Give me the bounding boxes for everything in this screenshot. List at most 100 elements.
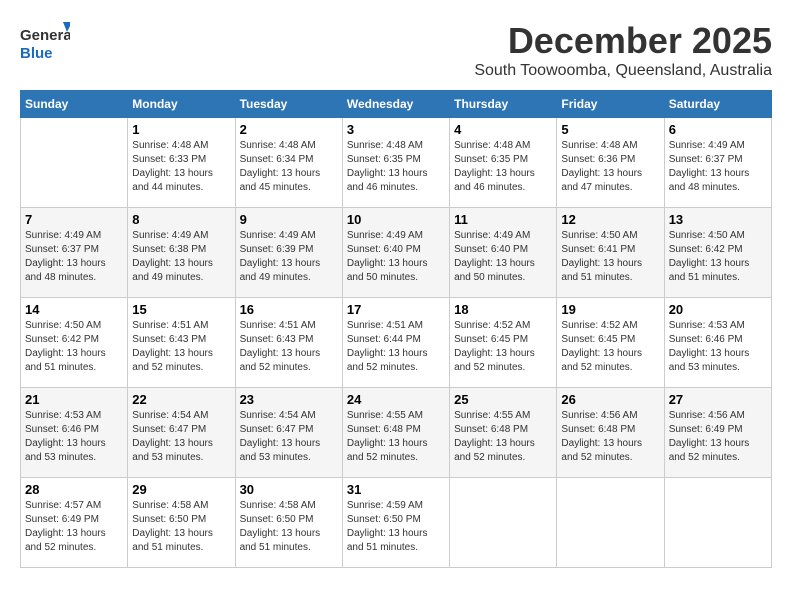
- logo-svg: General Blue: [20, 20, 70, 65]
- day-info: Sunrise: 4:50 AMSunset: 6:42 PMDaylight:…: [669, 229, 767, 285]
- calendar-week-5: 28 Sunrise: 4:57 AMSunset: 6:49 PMDayligh…: [21, 478, 772, 568]
- calendar-header-row: SundayMondayTuesdayWednesdayThursdayFrid…: [21, 91, 772, 118]
- day-info: Sunrise: 4:56 AMSunset: 6:49 PMDaylight:…: [669, 409, 767, 465]
- day-info: Sunrise: 4:53 AMSunset: 6:46 PMDaylight:…: [669, 319, 767, 375]
- day-info: Sunrise: 4:55 AMSunset: 6:48 PMDaylight:…: [347, 409, 445, 465]
- day-number: 24: [347, 392, 445, 407]
- day-info: Sunrise: 4:57 AMSunset: 6:49 PMDaylight:…: [25, 499, 123, 555]
- day-number: 6: [669, 122, 767, 137]
- day-info: Sunrise: 4:48 AMSunset: 6:34 PMDaylight:…: [240, 139, 338, 195]
- day-info: Sunrise: 4:55 AMSunset: 6:48 PMDaylight:…: [454, 409, 552, 465]
- day-info: Sunrise: 4:49 AMSunset: 6:37 PMDaylight:…: [25, 229, 123, 285]
- day-number: 27: [669, 392, 767, 407]
- calendar: SundayMondayTuesdayWednesdayThursdayFrid…: [20, 90, 772, 568]
- header: General Blue December 2025 South Toowoom…: [20, 20, 772, 80]
- day-number: 8: [132, 212, 230, 227]
- calendar-header-wednesday: Wednesday: [342, 91, 449, 118]
- svg-text:General: General: [20, 27, 70, 44]
- day-number: 12: [561, 212, 659, 227]
- day-number: 5: [561, 122, 659, 137]
- calendar-header-thursday: Thursday: [450, 91, 557, 118]
- calendar-cell: 6Sunrise: 4:49 AMSunset: 6:37 PMDaylight…: [664, 118, 771, 208]
- calendar-cell: 2 Sunrise: 4:48 AMSunset: 6:34 PMDaylight…: [235, 118, 342, 208]
- day-number: 18: [454, 302, 552, 317]
- calendar-cell: 8 Sunrise: 4:49 AMSunset: 6:38 PMDaylight…: [128, 208, 235, 298]
- day-number: 25: [454, 392, 552, 407]
- calendar-cell: 19Sunrise: 4:52 AMSunset: 6:45 PMDayligh…: [557, 298, 664, 388]
- calendar-cell: [557, 478, 664, 568]
- month-title: December 2025: [474, 20, 772, 62]
- calendar-cell: [21, 118, 128, 208]
- calendar-cell: 21 Sunrise: 4:53 AMSunset: 6:46 PMDayligh…: [21, 388, 128, 478]
- day-info: Sunrise: 4:48 AMSunset: 6:35 PMDaylight:…: [347, 139, 445, 195]
- day-number: 15: [132, 302, 230, 317]
- calendar-week-4: 21 Sunrise: 4:53 AMSunset: 6:46 PMDayligh…: [21, 388, 772, 478]
- calendar-cell: 15 Sunrise: 4:51 AMSunset: 6:43 PMDayligh…: [128, 298, 235, 388]
- calendar-cell: [664, 478, 771, 568]
- day-info: Sunrise: 4:51 AMSunset: 6:43 PMDaylight:…: [132, 319, 230, 375]
- day-info: Sunrise: 4:54 AMSunset: 6:47 PMDaylight:…: [240, 409, 338, 465]
- day-info: Sunrise: 4:48 AMSunset: 6:36 PMDaylight:…: [561, 139, 659, 195]
- day-info: Sunrise: 4:58 AMSunset: 6:50 PMDaylight:…: [240, 499, 338, 555]
- calendar-cell: 4Sunrise: 4:48 AMSunset: 6:35 PMDaylight…: [450, 118, 557, 208]
- calendar-header-saturday: Saturday: [664, 91, 771, 118]
- day-number: 16: [240, 302, 338, 317]
- calendar-cell: 20 Sunrise: 4:53 AMSunset: 6:46 PMDayligh…: [664, 298, 771, 388]
- calendar-week-1: 1Sunrise: 4:48 AMSunset: 6:33 PMDaylight…: [21, 118, 772, 208]
- day-info: Sunrise: 4:59 AMSunset: 6:50 PMDaylight:…: [347, 499, 445, 555]
- calendar-cell: 3Sunrise: 4:48 AMSunset: 6:35 PMDaylight…: [342, 118, 449, 208]
- calendar-cell: 9Sunrise: 4:49 AMSunset: 6:39 PMDaylight…: [235, 208, 342, 298]
- day-number: 14: [25, 302, 123, 317]
- day-info: Sunrise: 4:52 AMSunset: 6:45 PMDaylight:…: [454, 319, 552, 375]
- calendar-header-tuesday: Tuesday: [235, 91, 342, 118]
- day-number: 29: [132, 482, 230, 497]
- day-number: 17: [347, 302, 445, 317]
- day-number: 26: [561, 392, 659, 407]
- day-info: Sunrise: 4:50 AMSunset: 6:41 PMDaylight:…: [561, 229, 659, 285]
- day-info: Sunrise: 4:58 AMSunset: 6:50 PMDaylight:…: [132, 499, 230, 555]
- calendar-week-2: 7 Sunrise: 4:49 AMSunset: 6:37 PMDaylight…: [21, 208, 772, 298]
- calendar-cell: 23 Sunrise: 4:54 AMSunset: 6:47 PMDayligh…: [235, 388, 342, 478]
- day-number: 19: [561, 302, 659, 317]
- calendar-header-friday: Friday: [557, 91, 664, 118]
- calendar-cell: 5 Sunrise: 4:48 AMSunset: 6:36 PMDaylight…: [557, 118, 664, 208]
- calendar-cell: 22Sunrise: 4:54 AMSunset: 6:47 PMDayligh…: [128, 388, 235, 478]
- day-number: 31: [347, 482, 445, 497]
- day-info: Sunrise: 4:49 AMSunset: 6:38 PMDaylight:…: [132, 229, 230, 285]
- day-number: 13: [669, 212, 767, 227]
- day-info: Sunrise: 4:56 AMSunset: 6:48 PMDaylight:…: [561, 409, 659, 465]
- title-area: December 2025 South Toowoomba, Queenslan…: [474, 20, 772, 80]
- day-info: Sunrise: 4:51 AMSunset: 6:44 PMDaylight:…: [347, 319, 445, 375]
- day-number: 30: [240, 482, 338, 497]
- calendar-cell: 17 Sunrise: 4:51 AMSunset: 6:44 PMDayligh…: [342, 298, 449, 388]
- calendar-cell: 31 Sunrise: 4:59 AMSunset: 6:50 PMDayligh…: [342, 478, 449, 568]
- day-number: 7: [25, 212, 123, 227]
- calendar-cell: 11Sunrise: 4:49 AMSunset: 6:40 PMDayligh…: [450, 208, 557, 298]
- calendar-cell: 7 Sunrise: 4:49 AMSunset: 6:37 PMDaylight…: [21, 208, 128, 298]
- day-number: 9: [240, 212, 338, 227]
- day-info: Sunrise: 4:49 AMSunset: 6:40 PMDaylight:…: [454, 229, 552, 285]
- calendar-cell: 16Sunrise: 4:51 AMSunset: 6:43 PMDayligh…: [235, 298, 342, 388]
- day-info: Sunrise: 4:49 AMSunset: 6:40 PMDaylight:…: [347, 229, 445, 285]
- location-title: South Toowoomba, Queensland, Australia: [474, 62, 772, 80]
- day-number: 21: [25, 392, 123, 407]
- svg-text:Blue: Blue: [20, 45, 53, 62]
- calendar-cell: 30 Sunrise: 4:58 AMSunset: 6:50 PMDayligh…: [235, 478, 342, 568]
- calendar-cell: 24 Sunrise: 4:55 AMSunset: 6:48 PMDayligh…: [342, 388, 449, 478]
- day-info: Sunrise: 4:48 AMSunset: 6:33 PMDaylight:…: [132, 139, 230, 195]
- calendar-cell: 27 Sunrise: 4:56 AMSunset: 6:49 PMDayligh…: [664, 388, 771, 478]
- day-number: 23: [240, 392, 338, 407]
- calendar-cell: 18 Sunrise: 4:52 AMSunset: 6:45 PMDayligh…: [450, 298, 557, 388]
- calendar-cell: 28 Sunrise: 4:57 AMSunset: 6:49 PMDayligh…: [21, 478, 128, 568]
- day-number: 2: [240, 122, 338, 137]
- calendar-header-monday: Monday: [128, 91, 235, 118]
- day-number: 28: [25, 482, 123, 497]
- calendar-cell: 12 Sunrise: 4:50 AMSunset: 6:41 PMDayligh…: [557, 208, 664, 298]
- day-number: 4: [454, 122, 552, 137]
- logo: General Blue: [20, 20, 70, 65]
- day-info: Sunrise: 4:53 AMSunset: 6:46 PMDaylight:…: [25, 409, 123, 465]
- day-number: 20: [669, 302, 767, 317]
- day-number: 22: [132, 392, 230, 407]
- calendar-header-sunday: Sunday: [21, 91, 128, 118]
- calendar-cell: 25 Sunrise: 4:55 AMSunset: 6:48 PMDayligh…: [450, 388, 557, 478]
